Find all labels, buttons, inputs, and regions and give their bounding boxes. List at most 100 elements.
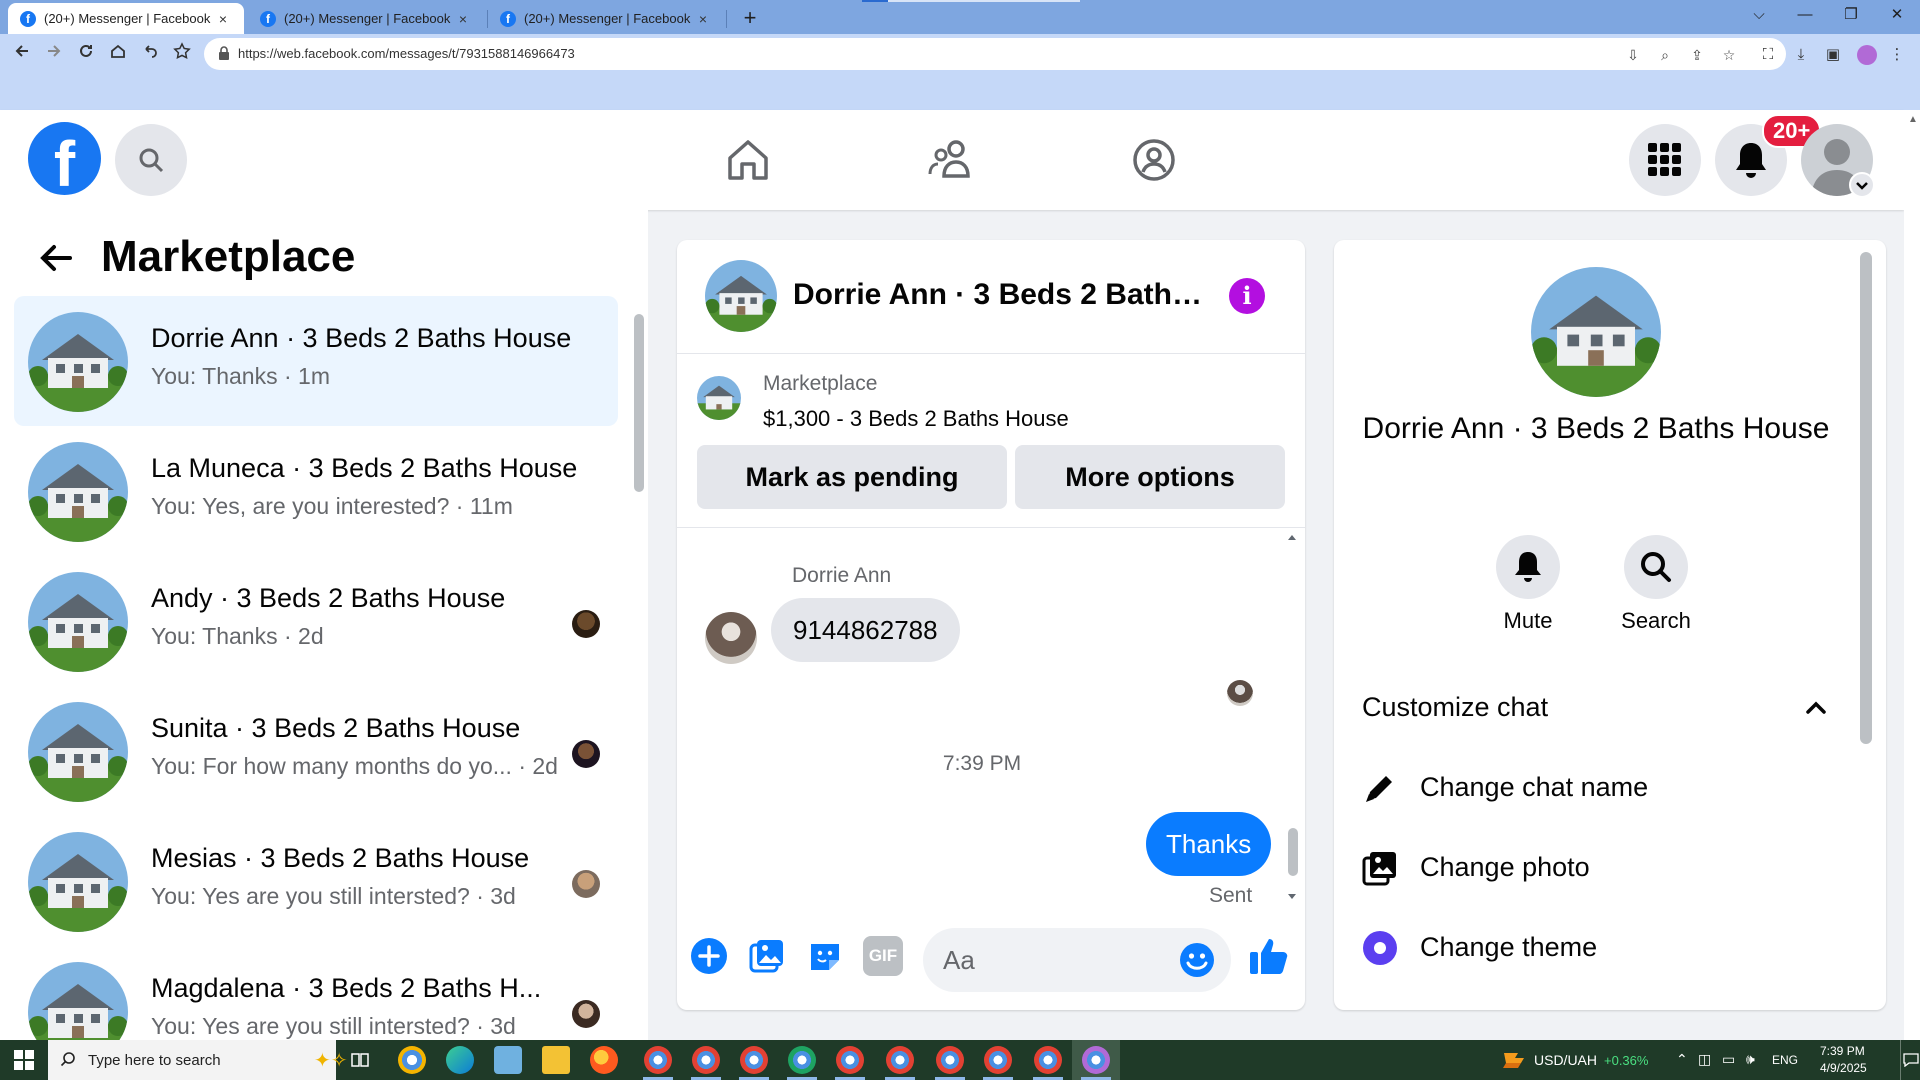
chevron-up-icon[interactable] xyxy=(1802,694,1830,722)
taskbar-chrome-profile-2-icon[interactable] xyxy=(692,1046,720,1074)
conversation-info-icon[interactable]: i xyxy=(1229,278,1265,314)
restore-button[interactable]: ❐ xyxy=(1828,0,1874,30)
chat-title[interactable]: Dorrie Ann · 3 Beds 2 Baths House xyxy=(793,278,1213,312)
search-in-conversation-button[interactable] xyxy=(1624,535,1688,599)
taskbar-search-box[interactable]: ✦✧ xyxy=(48,1040,348,1080)
browser-tab-1[interactable]: f (20+) Messenger | Facebook × xyxy=(8,3,244,34)
tray-app-icon[interactable]: ◫ xyxy=(1698,1051,1711,1068)
message-input[interactable] xyxy=(943,940,1163,980)
mute-button[interactable] xyxy=(1496,535,1560,599)
info-panel-scroll-thumb[interactable] xyxy=(1860,252,1872,744)
page-scrollbar[interactable]: ▲ xyxy=(1904,110,1920,1040)
clock-time[interactable]: 7:39 PM xyxy=(1820,1044,1865,1058)
customize-chat-heading[interactable]: Customize chat xyxy=(1362,692,1548,723)
photo-attach-icon[interactable] xyxy=(747,936,787,976)
conversation-item[interactable]: La Muneca · 3 Beds 2 Baths House You: Ye… xyxy=(14,426,618,556)
bookmark-star-icon[interactable] xyxy=(168,40,196,68)
clock-date[interactable]: 4/9/2025 xyxy=(1820,1061,1867,1075)
undo-icon[interactable] xyxy=(136,40,164,68)
taskbar-file-explorer-icon[interactable] xyxy=(542,1046,570,1074)
message-input-box[interactable] xyxy=(923,928,1231,992)
conversation-item[interactable]: Mesias · 3 Beds 2 Baths House You: Yes a… xyxy=(14,816,618,946)
mark-as-pending-button[interactable]: Mark as pending xyxy=(697,445,1007,509)
notification-center-icon[interactable] xyxy=(1900,1040,1920,1080)
install-app-icon[interactable]: ⇩ xyxy=(1624,46,1642,64)
scroll-up-icon[interactable] xyxy=(1286,532,1298,542)
browser-profile-avatar[interactable] xyxy=(1857,45,1877,65)
home-nav-icon[interactable] xyxy=(722,134,774,186)
taskbar-chrome-profile-7-icon[interactable] xyxy=(936,1046,964,1074)
account-menu-chevron-icon[interactable] xyxy=(1849,172,1875,198)
bookmark-page-icon[interactable]: ☆ xyxy=(1720,46,1738,64)
tab-search-button[interactable]: ⌵ xyxy=(1736,0,1782,30)
sender-avatar[interactable] xyxy=(705,612,757,664)
forward-icon[interactable] xyxy=(40,40,68,68)
zoom-icon[interactable]: ⌕ xyxy=(1656,46,1674,64)
windows-start-icon[interactable] xyxy=(14,1050,34,1070)
close-window-button[interactable]: ✕ xyxy=(1874,0,1920,30)
plus-circle-icon[interactable] xyxy=(689,936,729,976)
tray-overflow-chevron-icon[interactable]: ⌃ xyxy=(1676,1051,1688,1068)
currency-pair[interactable]: USD/UAH xyxy=(1534,1052,1597,1068)
message-scroll-thumb[interactable] xyxy=(1288,828,1298,876)
taskbar-chrome-profile-9-icon[interactable] xyxy=(1034,1046,1062,1074)
outgoing-message-bubble[interactable]: Thanks xyxy=(1146,812,1272,876)
page-scroll-up-icon[interactable]: ▲ xyxy=(1908,114,1918,125)
taskbar-edge-icon[interactable] xyxy=(446,1046,474,1074)
browser-tab-2[interactable]: f (20+) Messenger | Facebook × xyxy=(248,3,484,34)
menu-button[interactable] xyxy=(1629,124,1701,196)
volume-icon[interactable]: 🕪 xyxy=(1746,1051,1755,1068)
conversation-item[interactable]: Sunita · 3 Beds 2 Baths House You: For h… xyxy=(14,686,618,816)
search-button[interactable] xyxy=(115,124,187,196)
browser-tab-3[interactable]: f (20+) Messenger | Facebook × xyxy=(488,3,724,34)
conversation-item[interactable]: Dorrie Ann · 3 Beds 2 Baths House You: T… xyxy=(14,296,618,426)
input-language[interactable]: ENG xyxy=(1772,1053,1798,1067)
new-tab-button[interactable]: + xyxy=(736,5,764,33)
task-view-icon[interactable] xyxy=(350,1050,370,1070)
info-house-avatar[interactable] xyxy=(1531,267,1661,397)
change-theme-option[interactable]: Change theme xyxy=(1362,920,1842,976)
tab-close-icon[interactable]: × xyxy=(214,11,232,27)
taskbar-chrome-active-icon[interactable] xyxy=(1082,1046,1110,1074)
home-icon[interactable] xyxy=(104,40,132,68)
taskbar-chrome-profile-1-icon[interactable] xyxy=(644,1046,672,1074)
taskbar-chrome-profile-4-icon[interactable] xyxy=(788,1046,816,1074)
friends-nav-icon[interactable] xyxy=(924,134,976,186)
change-chat-name-option[interactable]: Change chat name xyxy=(1362,760,1842,816)
reload-icon[interactable] xyxy=(72,40,100,68)
taskbar-chrome-profile-5-icon[interactable] xyxy=(836,1046,864,1074)
downloads-icon[interactable]: ⤓ xyxy=(1790,44,1812,66)
currency-widget-icon[interactable] xyxy=(1502,1049,1526,1071)
conversation-item[interactable]: Andy · 3 Beds 2 Baths House You: Thanks … xyxy=(14,556,618,686)
thumbs-up-icon[interactable] xyxy=(1247,934,1291,978)
groups-nav-icon[interactable] xyxy=(1128,134,1180,186)
crop-extension-icon[interactable]: ⛶ xyxy=(1757,44,1779,66)
gif-icon[interactable]: GIF xyxy=(863,936,903,976)
taskbar-firefox-icon[interactable] xyxy=(590,1046,618,1074)
back-icon[interactable] xyxy=(8,40,36,68)
incoming-message-bubble[interactable]: 9144862788 xyxy=(771,598,960,662)
emoji-icon[interactable] xyxy=(1179,942,1215,978)
taskbar-chrome-app-icon[interactable] xyxy=(398,1046,426,1074)
tab-close-icon[interactable]: × xyxy=(454,11,472,27)
taskbar-search-input[interactable] xyxy=(88,1050,268,1070)
side-panel-icon[interactable]: ▣ xyxy=(1822,44,1844,66)
tab-close-icon[interactable]: × xyxy=(694,11,712,27)
facebook-logo[interactable]: f xyxy=(28,122,101,195)
more-options-button[interactable]: More options xyxy=(1015,445,1285,509)
listing-thumbnail[interactable] xyxy=(697,376,741,420)
network-icon[interactable]: ▭ xyxy=(1722,1051,1735,1068)
browser-menu-icon[interactable]: ⋮ xyxy=(1886,44,1908,66)
listing-title[interactable]: $1,300 - 3 Beds 2 Baths House xyxy=(763,406,1069,432)
taskbar-chrome-profile-8-icon[interactable] xyxy=(984,1046,1012,1074)
taskbar-notepad-icon[interactable] xyxy=(494,1046,522,1074)
conversation-item[interactable]: Magdalena · 3 Beds 2 Baths H... You: Yes… xyxy=(14,946,618,1040)
address-bar[interactable]: https://web.facebook.com/messages/t/7931… xyxy=(204,38,1786,70)
share-icon[interactable]: ⇪ xyxy=(1688,46,1706,64)
minimize-button[interactable]: — xyxy=(1782,0,1828,30)
taskbar-chrome-profile-3-icon[interactable] xyxy=(740,1046,768,1074)
back-arrow-icon[interactable] xyxy=(38,240,74,276)
taskbar-chrome-profile-6-icon[interactable] xyxy=(886,1046,914,1074)
sticker-icon[interactable] xyxy=(805,936,845,976)
change-photo-option[interactable]: Change photo xyxy=(1362,840,1842,896)
